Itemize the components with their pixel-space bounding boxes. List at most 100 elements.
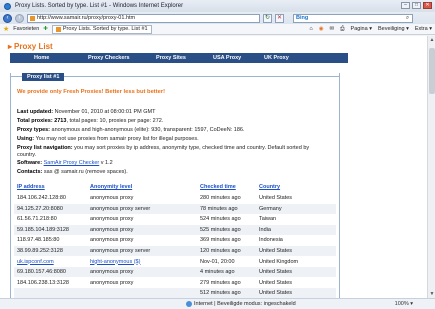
country-cell: India [259,226,271,233]
proxy-types-label: Proxy types: [17,127,51,133]
minimize-icon[interactable]: – [401,2,410,9]
feeds-icon[interactable]: ◉ [319,26,324,32]
checked-time-cell: 525 minutes ago [200,226,241,233]
refresh-button[interactable]: ↻ [263,13,272,23]
forward-button[interactable]: › [15,13,24,23]
table-row: 118.97.48.185:80 anonymous proxy 369 minut… [14,235,336,245]
close-icon[interactable]: ✕ [423,2,432,9]
browser-window: Proxy Lists. Sorted by type. List #1 - W… [0,0,435,309]
table-row: 184.106.238.13:3128 anonymous proxy 279 mi… [14,278,336,288]
tools-menu[interactable]: Extra ▾ [415,26,432,32]
col-checked-time[interactable]: Checked time [200,184,236,190]
safety-menu[interactable]: Beveiliging ▾ [378,26,409,32]
country-cell: United States [259,248,293,254]
vertical-scrollbar[interactable]: ▲ ▼ [427,36,435,298]
nav-usa-proxy[interactable]: USA Proxy [213,55,241,61]
last-updated-label: Last updated: [17,109,54,115]
command-bar: ⌂ ◉ ✉ ⎙ Pagina ▾ Beveiliging ▾ Extra ▾ [309,26,435,33]
favorites-button[interactable]: Favorieten [13,26,39,32]
table-row: 512 minutes ago United States [14,288,336,298]
search-box[interactable]: Bing ⌕ [293,13,413,23]
country-cell: Germany [259,205,282,212]
col-country[interactable]: Country [259,184,280,190]
address-bar[interactable]: http://www.samair.ru/proxy/proxy-01.htm [27,13,260,23]
contacts-value: sas @ samair.ru (remove spaces). [43,169,128,175]
ip-cell: 184.106.238.13:3128 [17,279,69,286]
zone-text: Internet | Beveiligde modus: ingeschakel… [194,301,296,307]
title-arrow-icon: ▸ [8,42,13,51]
nav-home[interactable]: Home [34,55,49,61]
mail-icon[interactable]: ✉ [330,26,335,32]
maximize-icon[interactable]: □ [412,2,421,9]
checked-time-cell: 78 minutes ago [200,205,238,212]
anonymity-cell[interactable]: hight-anonymous ($) [90,259,140,265]
software-link[interactable]: SamAir Proxy Checker [44,160,100,166]
table-row: 94.125.27.20:8080 anonymous proxy server 7… [14,203,336,214]
using-value: You may not use proxies from samair prox… [35,136,199,142]
back-button[interactable]: ‹ [3,13,12,23]
last-updated-value: November 01, 2010 at 08:00:01 PM GMT [54,109,156,115]
country-cell: United States [259,290,293,297]
zoom-level[interactable]: 100% ▾ [395,301,413,307]
browser-tab[interactable]: Proxy Lists. Sorted by type. List #1 [51,24,152,34]
favorites-star-icon[interactable]: ★ [3,25,9,33]
table-row: 184.106.242.128:80 anonymous proxy 280 min… [14,193,336,203]
col-anonymity-level[interactable]: Anonymity level [90,184,132,190]
using-label: Using: [17,136,35,142]
ip-cell: 94.125.27.20:8080 [17,205,63,212]
proxy-types-value: anonymous and high-anonymous (elite): 93… [51,127,245,133]
using-note: Using: You may not use proxies from sama… [17,136,199,142]
nav-uk-proxy[interactable]: UK Proxy [264,55,289,61]
favorites-bar: ★ Favorieten ✚ Proxy Lists. Sorted by ty… [0,24,435,35]
proxy-types: Proxy types: anonymous and high-anonymou… [17,127,244,133]
security-zone[interactable]: Internet | Beveiligde modus: ingeschakel… [186,301,296,307]
site-nav: Home Proxy Checkers Proxy Sites USA Prox… [10,53,348,63]
total-proxies-label: Total proxies: [17,118,53,124]
ip-cell: 118.97.48.185:80 [17,237,60,244]
navigation-label: Proxy list navigation: [17,145,73,151]
globe-icon [186,301,192,307]
search-icon[interactable]: ⌕ [403,15,412,22]
ip-cell: 61.56.71.218:80 [17,216,57,223]
scroll-thumb[interactable] [429,48,435,94]
table-row: 59.185.104.189:3128 anonymous proxy 525 mi… [14,224,336,235]
anonymity-cell: anonymous proxy [90,269,134,276]
ip-cell: 69.180.157.46:8080 [17,269,66,276]
search-engine-label: Bing [296,15,309,21]
checked-time-cell: 120 minutes ago [200,248,241,254]
url-text[interactable]: http://www.samair.ru/proxy/proxy-01.htm [37,15,135,21]
window-title: Proxy Lists. Sorted by type. List #1 - W… [15,3,184,9]
checked-time-cell: 280 minutes ago [200,195,241,201]
nav-proxy-checkers[interactable]: Proxy Checkers [88,55,130,61]
contacts-note: Contacts: sas @ samair.ru (remove spaces… [17,169,128,175]
ip-cell: 59.185.104.189:3128 [17,226,69,233]
panel-legend: Proxy list #1 [22,73,65,81]
country-cell: United States [259,269,293,276]
scroll-up-icon[interactable]: ▲ [428,36,435,44]
scroll-down-icon[interactable]: ▼ [428,290,435,298]
status-bar: Internet | Beveiligde modus: ingeschakel… [0,298,435,309]
anonymity-cell: anonymous proxy [90,226,134,233]
country-cell: Taiwan [259,216,277,223]
software-label: Software: [17,160,43,166]
checked-time-cell: 524 minutes ago [200,216,241,223]
ip-cell[interactable]: uk.ispconf.com [17,259,54,265]
anonymity-cell: anonymous proxy [90,279,134,286]
ip-cell: 38.99.89.252:3128 [17,248,63,254]
col-ip-address[interactable]: IP address [17,184,45,190]
country-cell: United Kingdom [259,258,299,265]
anonymity-cell: anonymous proxy server [90,248,151,254]
nav-proxy-sites[interactable]: Proxy Sites [156,55,186,61]
checked-time-cell: Nov-01, 20:00 [200,258,235,265]
total-proxies-rest: , total pages: 10, proxies per page: 272… [66,118,164,124]
country-cell: Indonesia [259,237,283,244]
page-menu[interactable]: Pagina ▾ [351,26,372,32]
print-icon[interactable]: ⎙ [340,26,344,33]
navigation-note: Proxy list navigation: you may sort prox… [17,145,317,159]
anonymity-cell: anonymous proxy [90,237,134,244]
stop-button[interactable]: ✕ [275,13,284,23]
checked-time-cell: 512 minutes ago [200,290,241,297]
software-version: v 1.2 [100,160,113,166]
add-favorite-icon[interactable]: ✚ [43,26,48,32]
home-icon[interactable]: ⌂ [309,26,312,32]
